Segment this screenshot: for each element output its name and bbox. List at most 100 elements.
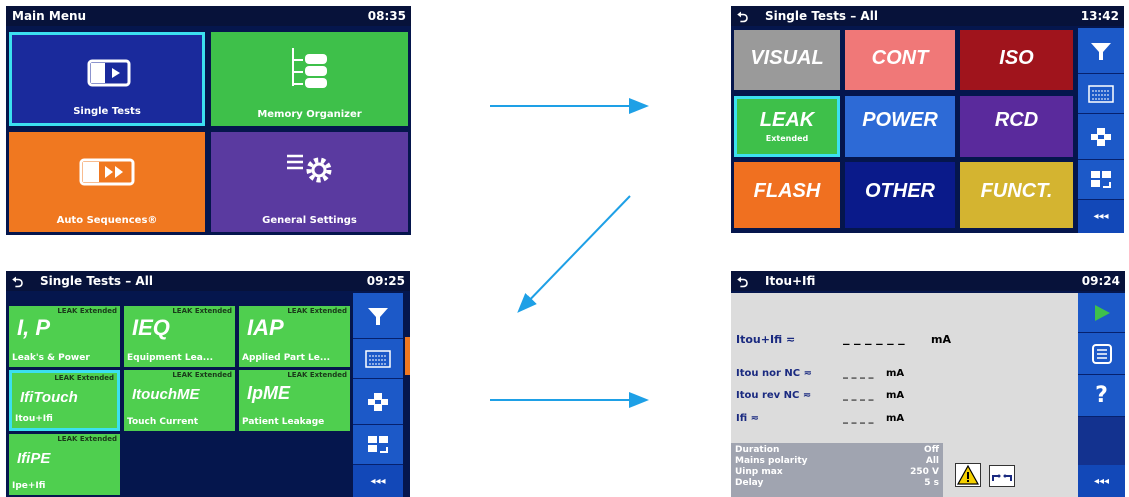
category-other-tile[interactable]: OTHER xyxy=(845,162,955,228)
tile-label: Equipment Lea... xyxy=(127,353,214,363)
category-power-tile[interactable]: POWER xyxy=(845,96,955,157)
swap-button[interactable] xyxy=(353,425,403,465)
param-value: Off xyxy=(924,445,939,455)
result-value: _ _ _ _ xyxy=(843,368,874,379)
auto-sequence-icon xyxy=(79,158,135,186)
general-settings-tile[interactable]: General Settings xyxy=(211,132,408,232)
main-menu-screen: Main Menu 08:35 Single Tests Memory Orga… xyxy=(6,6,411,235)
test-tile-equipment-leakage[interactable]: LEAK Extended IEQ Equipment Lea... xyxy=(124,306,235,367)
memory-tree-icon xyxy=(292,48,327,88)
test-tile-leak-power[interactable]: LEAK Extended I, P Leak's & Power xyxy=(9,306,120,367)
back-icon[interactable]: ⮌ xyxy=(12,272,23,296)
param-duration: Duration Off xyxy=(735,445,939,455)
filter-button[interactable] xyxy=(1078,28,1124,74)
param-name: Mains polarity xyxy=(735,456,808,466)
single-tests-category-screen: ⮌ Single Tests – All 13:42 VISUAL CONT I… xyxy=(731,6,1124,233)
category-label: RCD xyxy=(994,109,1039,131)
tile-label: Itou+Ifi xyxy=(15,414,53,424)
tile-category: LEAK Extended xyxy=(57,435,117,443)
result-unit: mA xyxy=(886,413,905,424)
test-tile-applied-part-leakage[interactable]: LEAK Extended IAP Applied Part Le... xyxy=(239,306,350,367)
param-value: 250 V xyxy=(910,467,939,477)
more-button[interactable]: ◂◂◂ xyxy=(1078,200,1124,233)
more-button[interactable]: ◂◂◂ xyxy=(353,465,403,497)
more-button[interactable]: ◂◂◂ xyxy=(1078,465,1125,497)
category-label: LEAK xyxy=(759,109,815,131)
keyboard-button[interactable] xyxy=(1078,74,1124,114)
category-rcd-tile[interactable]: RCD xyxy=(960,96,1073,157)
result-label: Ifi ≂ xyxy=(736,413,759,424)
tile-symbol: IAP xyxy=(247,315,284,340)
auto-sequences-tile[interactable]: Auto Sequences® xyxy=(9,132,205,232)
tile-category: LEAK Extended xyxy=(287,371,347,379)
param-name: Delay xyxy=(735,478,764,488)
swap-button[interactable] xyxy=(1078,160,1124,200)
move-icon xyxy=(368,392,388,411)
filter-icon xyxy=(1091,42,1111,60)
arrow-categories-to-leak-list xyxy=(517,195,631,313)
clock: 13:42 xyxy=(1080,9,1119,23)
category-label: ISO xyxy=(999,47,1034,69)
tile-label: Patient Leakage xyxy=(242,417,325,427)
move-button[interactable] xyxy=(1078,114,1124,160)
parameters-panel[interactable]: Duration Off Mains polarity All Uinp max 25… xyxy=(731,443,943,497)
start-button[interactable] xyxy=(1078,293,1125,333)
category-funct-tile[interactable]: FUNCT. xyxy=(960,162,1073,228)
single-tests-icon xyxy=(87,59,131,87)
tile-category: LEAK Extended xyxy=(287,307,347,315)
memory-organizer-label: Memory Organizer xyxy=(257,109,362,120)
memory-organizer-tile[interactable]: Memory Organizer xyxy=(211,32,408,126)
single-tests-tile[interactable]: Single Tests xyxy=(9,32,205,126)
param-name: Uinp max xyxy=(735,467,783,477)
help-button[interactable]: ? xyxy=(1078,375,1125,417)
tile-symbol: ItouchME xyxy=(132,386,200,403)
result-value: _ _ _ _ xyxy=(843,390,874,401)
result-value: _ _ _ _ _ _ xyxy=(843,331,905,346)
result-unit: mA xyxy=(886,368,905,379)
param-uinp-max: Uinp max 250 V xyxy=(735,467,939,477)
move-button[interactable] xyxy=(353,379,403,425)
tile-label: Leak's & Power xyxy=(12,353,90,363)
result-label: Itou+Ifi ≂ xyxy=(736,333,796,346)
keyboard-icon xyxy=(365,349,391,368)
category-visual-tile[interactable]: VISUAL xyxy=(734,30,840,90)
empty-button xyxy=(1078,417,1125,465)
category-leak-tile[interactable]: LEAK Extended xyxy=(734,96,840,157)
general-settings-label: General Settings xyxy=(262,215,357,226)
scroll-indicator[interactable] xyxy=(405,337,410,375)
settings-gear-icon xyxy=(287,154,332,183)
clock: 08:35 xyxy=(367,9,406,23)
clock: 09:25 xyxy=(366,274,405,288)
param-delay: Delay 5 s xyxy=(735,478,939,488)
title-bar: Main Menu 08:35 xyxy=(6,6,411,26)
filter-button[interactable] xyxy=(353,293,403,339)
category-cont-tile[interactable]: CONT xyxy=(845,30,955,90)
side-toolbar: ? ◂◂◂ xyxy=(1078,293,1125,497)
test-tile-itou-ifi[interactable]: LEAK Extended IfiTouch Itou+Ifi xyxy=(9,370,120,431)
keyboard-button[interactable] xyxy=(353,339,403,379)
result-label: Itou rev NC ≂ xyxy=(736,390,812,401)
category-label: FLASH xyxy=(753,180,821,202)
tile-symbol: IEQ xyxy=(132,315,170,340)
tile-label: Touch Current xyxy=(127,417,199,427)
result-label: Itou nor NC ≂ xyxy=(736,368,812,379)
tile-symbol: IfiTouch xyxy=(20,389,78,406)
list-icon xyxy=(1091,343,1112,364)
test-tile-touch-current[interactable]: LEAK Extended ItouchME Touch Current xyxy=(124,370,235,431)
result-unit: mA xyxy=(886,390,905,401)
category-label: FUNCT. xyxy=(980,180,1053,202)
tile-category: LEAK Extended xyxy=(54,374,114,382)
param-mains-polarity: Mains polarity All xyxy=(735,456,939,466)
category-flash-tile[interactable]: FLASH xyxy=(734,162,840,228)
result-unit: mA xyxy=(931,333,951,346)
side-toolbar: ◂◂◂ xyxy=(353,293,403,497)
back-icon[interactable]: ⮌ xyxy=(737,7,748,31)
test-tile-ipe-ifi[interactable]: LEAK Extended IfiPE Ipe+Ifi xyxy=(9,434,120,495)
category-iso-tile[interactable]: ISO xyxy=(960,30,1073,90)
single-tests-leak-screen: ⮌ Single Tests – All 09:25 LEAK Extended… xyxy=(6,271,410,497)
view-results-button[interactable] xyxy=(1078,333,1125,375)
keyboard-icon xyxy=(1088,84,1114,103)
test-tile-patient-leakage[interactable]: LEAK Extended IpME Patient Leakage xyxy=(239,370,350,431)
results-panel: Itou+Ifi ≂ _ _ _ _ _ _ mA Itou nor NC ≂ … xyxy=(731,293,1078,497)
title-bar: ⮌ Single Tests – All 09:25 xyxy=(6,271,410,291)
